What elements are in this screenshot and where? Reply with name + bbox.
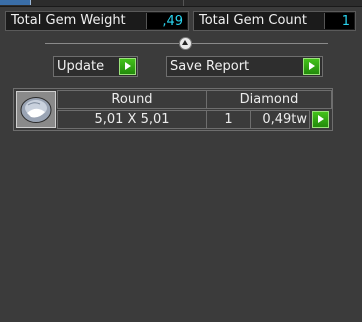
gem-weight: 0,49tw bbox=[250, 110, 310, 129]
total-gem-count-value: 1 bbox=[324, 13, 354, 29]
active-tab-fragment[interactable] bbox=[0, 0, 31, 5]
gem-quantity: 1 bbox=[206, 110, 251, 129]
play-arrow-icon[interactable] bbox=[312, 111, 329, 128]
round-gem-icon[interactable] bbox=[16, 91, 56, 128]
gem-type: Diamond bbox=[206, 90, 332, 109]
save-report-button[interactable]: Save Report bbox=[166, 56, 323, 77]
tab-separator bbox=[183, 0, 184, 6]
total-gem-weight-value: ,49 bbox=[146, 13, 187, 29]
window-top-strip bbox=[0, 0, 362, 7]
total-gem-count-box: Total Gem Count 1 bbox=[193, 11, 356, 31]
gem-size: 5,01 X 5,01 bbox=[57, 110, 207, 129]
total-gem-count-label: Total Gem Count bbox=[199, 13, 307, 28]
gem-shape: Round bbox=[57, 90, 207, 109]
play-arrow-icon[interactable] bbox=[303, 58, 320, 75]
collapse-up-icon[interactable] bbox=[179, 37, 192, 50]
update-button-label: Update bbox=[57, 59, 105, 74]
save-report-button-label: Save Report bbox=[170, 59, 250, 74]
total-gem-weight-label: Total Gem Weight bbox=[11, 13, 126, 28]
total-gem-weight-box: Total Gem Weight ,49 bbox=[5, 11, 189, 31]
gem-list-item: Round Diamond 5,01 X 5,01 1 0,49tw bbox=[13, 88, 333, 131]
update-button[interactable]: Update bbox=[53, 56, 138, 77]
play-arrow-icon[interactable] bbox=[119, 58, 136, 75]
